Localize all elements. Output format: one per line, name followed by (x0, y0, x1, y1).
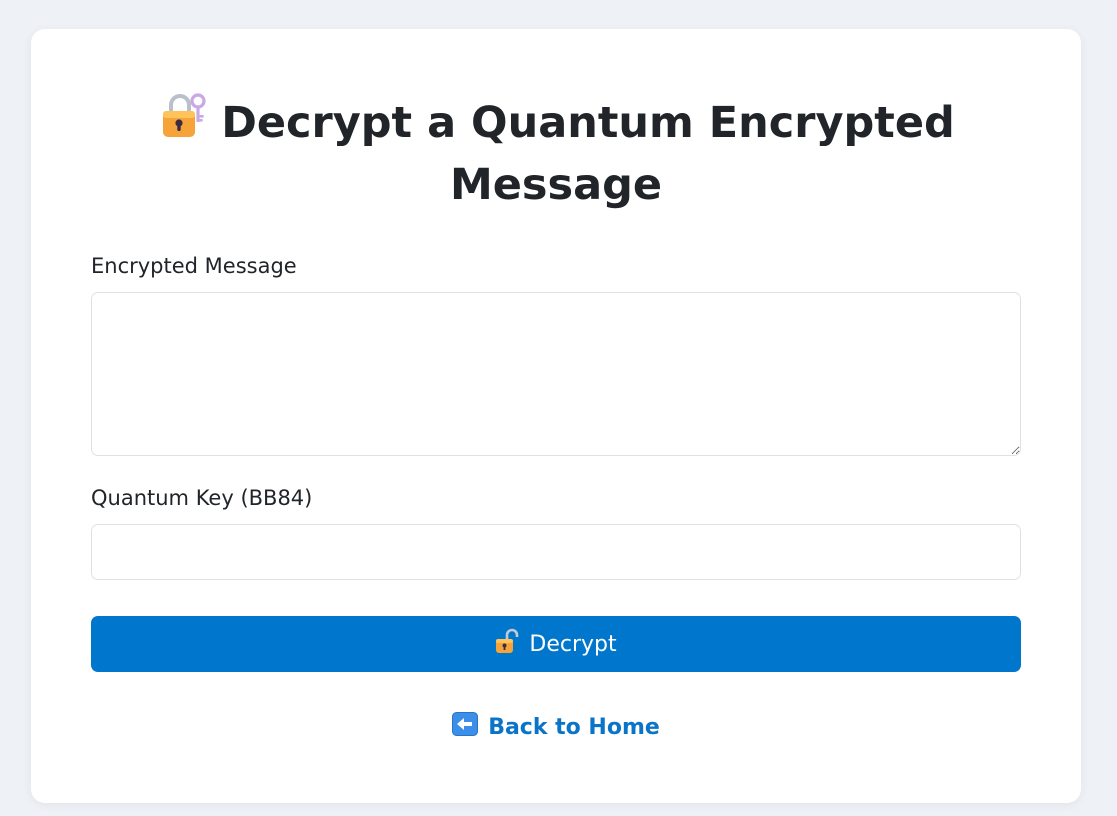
encrypted-message-textarea[interactable] (91, 292, 1021, 456)
decrypt-button[interactable]: Decrypt (91, 616, 1021, 672)
back-to-home-link[interactable]: Back to Home (452, 712, 660, 742)
back-to-home-label: Back to Home (488, 714, 660, 740)
quantum-key-label: Quantum Key (BB84) (91, 486, 313, 510)
encrypted-message-label: Encrypted Message (91, 254, 297, 278)
quantum-key-input[interactable] (91, 524, 1021, 580)
back-link-wrapper: Back to Home (91, 712, 1021, 742)
locked-with-key-icon (157, 91, 207, 156)
decrypt-card: Decrypt a Quantum Encrypted Message Encr… (31, 29, 1081, 803)
unlocked-padlock-icon (495, 628, 519, 660)
page-title-text: Decrypt a Quantum Encrypted Message (221, 98, 955, 210)
left-arrow-icon (452, 712, 479, 742)
page-title: Decrypt a Quantum Encrypted Message (91, 91, 1021, 214)
decrypt-button-label: Decrypt (529, 631, 617, 657)
